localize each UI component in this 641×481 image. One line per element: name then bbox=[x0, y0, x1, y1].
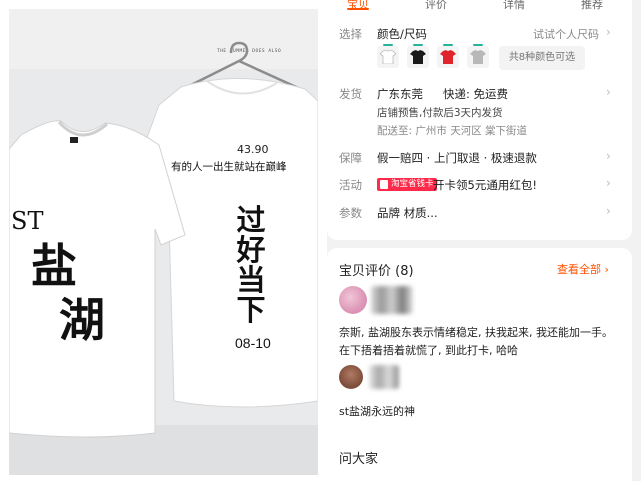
reviewer-name-blurred bbox=[371, 286, 413, 314]
reviewer-name-blurred bbox=[369, 365, 399, 389]
tab-details[interactable]: 详情 bbox=[503, 0, 525, 12]
tick-mark bbox=[443, 44, 453, 46]
color-swatch-black[interactable] bbox=[407, 44, 429, 68]
tab-baobei[interactable]: 宝贝 bbox=[347, 0, 369, 12]
back-date-text: 08-10 bbox=[235, 335, 271, 351]
back-motto-text: 有的人一出生就站在巅峰 bbox=[171, 161, 287, 173]
back-vertical-char: 下 bbox=[236, 293, 266, 327]
chevron-right-icon: › bbox=[606, 85, 611, 99]
detail-panel: 宝贝 评价 详情 推荐 选择 颜色/尺码 试试个人尺码 › 共8种颜色可选 发货… bbox=[327, 0, 641, 481]
chevron-right-icon: › bbox=[606, 149, 611, 163]
activity-text: 开卡领5元通用红包! bbox=[433, 178, 537, 192]
shipping-label: 发货 bbox=[339, 87, 362, 101]
presale-note: 店铺预售,付款后3天内发货 bbox=[377, 107, 503, 119]
reviews-card: 宝贝评价 (8) 查看全部 › 奈斯, 盐湖股东表示情绪稳定, 扶我起来, 我还… bbox=[327, 248, 632, 481]
color-swatch-white[interactable] bbox=[377, 44, 399, 68]
params-value: 品牌 材质... bbox=[377, 206, 438, 220]
chevron-right-icon: › bbox=[606, 25, 611, 39]
tab-active-underline bbox=[347, 8, 369, 10]
promo-tag-label: 淘宝省钱卡 bbox=[391, 179, 434, 189]
back-vertical-char: 当 bbox=[236, 263, 266, 297]
back-price-text: 43.90 bbox=[237, 143, 269, 156]
tshirt-icon bbox=[470, 50, 486, 64]
card-icon bbox=[380, 180, 388, 189]
back-vertical-char: 好 bbox=[236, 233, 266, 267]
ask-section-title[interactable]: 问大家 bbox=[339, 448, 378, 467]
reviewer-avatar[interactable] bbox=[339, 365, 363, 389]
color-count-pill[interactable]: 共8种颜色可选 bbox=[499, 46, 585, 70]
tick-mark bbox=[473, 44, 483, 46]
tshirt-icon bbox=[380, 50, 396, 64]
select-value: 颜色/尺码 bbox=[377, 27, 427, 41]
tab-recommend[interactable]: 推荐 bbox=[581, 0, 603, 12]
activity-label: 活动 bbox=[339, 178, 362, 192]
guarantee-label: 保障 bbox=[339, 151, 362, 165]
back-vertical-char: 过 bbox=[236, 203, 266, 237]
tshirt-icon bbox=[440, 50, 456, 64]
shipping-origin: 广东东莞 bbox=[377, 87, 423, 101]
see-all-reviews-link[interactable]: 查看全部 › bbox=[557, 261, 609, 277]
select-label: 选择 bbox=[339, 27, 362, 41]
chevron-right-icon: › bbox=[606, 204, 611, 218]
reviewer-avatar[interactable] bbox=[339, 286, 367, 314]
back-vertical-text: 过 好 当 下 bbox=[235, 205, 267, 325]
reviews-title: 宝贝评价 (8) bbox=[339, 264, 414, 279]
tab-bar: 宝贝 评价 详情 推荐 bbox=[327, 0, 632, 11]
screenshot: THE SUMMER DOES ALSO ST 盐 湖 43.90 有的人一出生… bbox=[0, 0, 641, 481]
chevron-right-icon: › bbox=[606, 176, 611, 190]
tshirt-icon bbox=[410, 50, 426, 64]
product-photo[interactable]: THE SUMMER DOES ALSO ST 盐 湖 43.90 有的人一出生… bbox=[9, 9, 318, 475]
front-st-text: ST bbox=[11, 207, 44, 235]
promo-card-tag: 淘宝省钱卡 bbox=[377, 178, 437, 191]
params-label: 参数 bbox=[339, 206, 362, 220]
product-info-card: 宝贝 评价 详情 推荐 选择 颜色/尺码 试试个人尺码 › 共8种颜色可选 发货… bbox=[327, 0, 632, 240]
guarantee-value: 假一赔四 · 上门取退 · 极速退款 bbox=[377, 151, 537, 165]
front-char-1: 盐 bbox=[31, 239, 77, 293]
front-char-2: 湖 bbox=[59, 293, 105, 347]
delivery-destination: 配送至: 广州市 天河区 棠下街道 bbox=[377, 125, 528, 137]
shipping-fee: 快递: 免运费 bbox=[443, 87, 509, 101]
try-size-link[interactable]: 试试个人尺码 bbox=[533, 26, 599, 42]
tick-mark bbox=[413, 44, 423, 46]
review-text: 奈斯, 盐湖股东表示情绪稳定, 扶我起来, 我还能加一手。在下捂着捂着就慌了, … bbox=[339, 326, 613, 357]
tick-mark bbox=[383, 44, 393, 46]
color-swatch-gray[interactable] bbox=[467, 44, 489, 68]
review-text: st盐湖永远的神 bbox=[339, 405, 416, 418]
neck-label bbox=[70, 137, 78, 143]
color-swatch-red[interactable] bbox=[437, 44, 459, 68]
tab-reviews[interactable]: 评价 bbox=[425, 0, 447, 12]
